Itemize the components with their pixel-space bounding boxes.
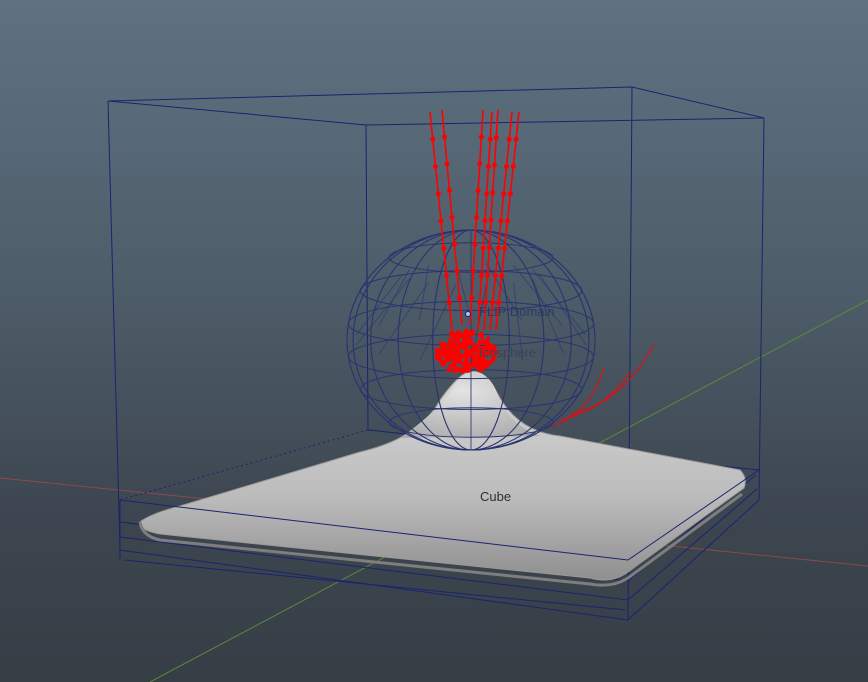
scene-canvas[interactable] xyxy=(0,0,868,682)
cone-peak xyxy=(400,371,540,438)
3d-viewport[interactable]: FLIP Domain Icosphere Cube xyxy=(0,0,868,682)
flip-domain-origin xyxy=(465,311,471,317)
